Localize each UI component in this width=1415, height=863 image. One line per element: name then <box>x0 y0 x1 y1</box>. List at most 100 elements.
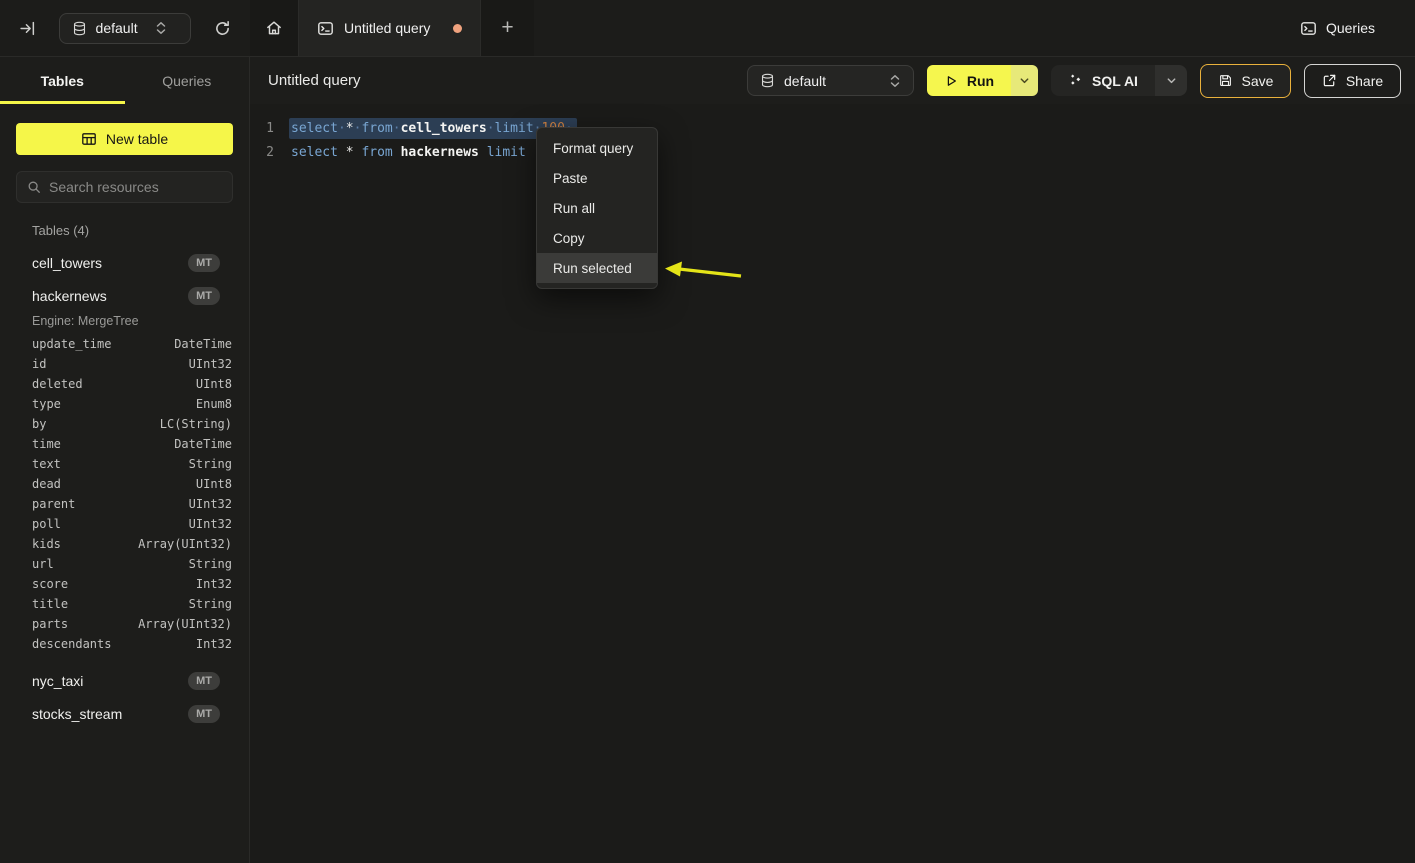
external-link-icon <box>1322 73 1337 88</box>
table-engine-label: Engine: MergeTree <box>0 312 249 334</box>
table-row[interactable]: hackernewsMT <box>0 279 249 312</box>
column-type: DateTime <box>174 437 232 451</box>
queries-button-topbar[interactable]: Queries <box>1300 0 1375 56</box>
query-toolbar: Untitled query default <box>250 57 1415 104</box>
tab-label: Untitled query <box>344 20 430 36</box>
code-line[interactable]: 2select * from hackernews limit <box>250 140 1415 164</box>
new-table-label: New table <box>106 131 168 147</box>
terminal-icon <box>317 20 334 37</box>
column-row: pollUInt32 <box>0 514 249 534</box>
chevron-down-icon <box>1019 75 1030 86</box>
column-type: LC(String) <box>160 417 232 431</box>
sidebar-tabs: Tables Queries <box>0 57 249 104</box>
column-name: parts <box>32 617 68 631</box>
table-row[interactable]: nyc_taxiMT <box>0 664 249 697</box>
annotation-arrow <box>663 259 745 285</box>
collapse-sidebar-button[interactable] <box>16 16 40 40</box>
share-button[interactable]: Share <box>1304 64 1401 98</box>
column-name: text <box>32 457 61 471</box>
database-icon <box>72 21 87 36</box>
table-row[interactable]: stocks_streamMT <box>0 697 249 730</box>
menu-item-format-query[interactable]: Format query <box>537 133 657 163</box>
table-grid-icon <box>81 131 97 147</box>
tab-untitled-query[interactable]: Untitled query <box>298 0 481 56</box>
chevron-updown-icon <box>155 21 167 35</box>
column-name: id <box>32 357 46 371</box>
context-menu: Format queryPasteRun allCopyRun selected <box>536 127 658 289</box>
column-row: kidsArray(UInt32) <box>0 534 249 554</box>
run-label: Run <box>967 73 994 89</box>
column-type: Enum8 <box>196 397 232 411</box>
tab-queries[interactable]: Queries <box>125 57 250 104</box>
column-type: DateTime <box>174 337 232 351</box>
column-row: byLC(String) <box>0 414 249 434</box>
column-name: type <box>32 397 61 411</box>
queries-label: Queries <box>1326 20 1375 36</box>
column-row: urlString <box>0 554 249 574</box>
column-name: parent <box>32 497 75 511</box>
engine-badge: MT <box>188 287 220 305</box>
chevron-down-icon <box>1166 75 1177 86</box>
column-row: scoreInt32 <box>0 574 249 594</box>
search-box[interactable] <box>16 171 233 203</box>
search-icon <box>27 180 41 194</box>
column-type: UInt8 <box>196 477 232 491</box>
table-name: stocks_stream <box>32 706 188 722</box>
column-type: Array(UInt32) <box>138 537 232 551</box>
column-name: title <box>32 597 68 611</box>
run-button[interactable]: Run <box>927 65 1011 96</box>
database-selector-topbar[interactable]: default <box>59 13 192 44</box>
column-type: Int32 <box>196 637 232 651</box>
new-table-button[interactable]: New table <box>16 123 233 155</box>
menu-item-run-all[interactable]: Run all <box>537 193 657 223</box>
share-label: Share <box>1346 73 1383 89</box>
save-button[interactable]: Save <box>1200 64 1291 98</box>
table-row[interactable]: cell_towersMT <box>0 246 249 279</box>
table-name: cell_towers <box>32 255 188 271</box>
column-name: update_time <box>32 337 111 351</box>
column-type: UInt32 <box>189 357 232 371</box>
column-row: deleted UInt8 <box>0 374 249 394</box>
refresh-button[interactable] <box>210 16 234 40</box>
tab-tables[interactable]: Tables <box>0 57 125 104</box>
editor-lines: 1select·*·from·cell_towers·limit·100·2se… <box>250 116 1415 164</box>
top-bar: default <box>0 0 1415 57</box>
column-type: Array(UInt32) <box>138 617 232 631</box>
sql-ai-button-group: SQL AI <box>1051 65 1187 96</box>
app-window: default <box>0 0 1415 863</box>
column-name: url <box>32 557 54 571</box>
sql-ai-options-button[interactable] <box>1155 65 1187 96</box>
column-name: time <box>32 437 61 451</box>
save-icon <box>1218 73 1233 88</box>
sql-ai-button[interactable]: SQL AI <box>1051 65 1155 96</box>
tables-list: cell_towersMThackernewsMTEngine: MergeTr… <box>0 246 249 730</box>
new-tab-button[interactable]: + <box>481 0 534 56</box>
column-type: UInt32 <box>189 497 232 511</box>
menu-item-copy[interactable]: Copy <box>537 223 657 253</box>
code-line[interactable]: 1select·*·from·cell_towers·limit·100· <box>250 116 1415 140</box>
column-name: dead <box>32 477 61 491</box>
refresh-icon <box>214 20 231 37</box>
code-text: select * from hackernews limit <box>289 142 538 163</box>
home-button[interactable] <box>250 0 298 56</box>
table-name: hackernews <box>32 288 188 304</box>
sql-editor[interactable]: 1select·*·from·cell_towers·limit·100·2se… <box>250 104 1415 863</box>
menu-item-run-selected[interactable]: Run selected <box>537 253 657 283</box>
column-row: update_time DateTime <box>0 334 249 354</box>
search-input[interactable] <box>49 179 230 195</box>
tab-tables-label: Tables <box>41 73 84 89</box>
column-row: time DateTime <box>0 434 249 454</box>
column-type: String <box>189 457 232 471</box>
run-options-button[interactable] <box>1011 65 1038 96</box>
column-name: deleted <box>32 377 83 391</box>
menu-item-paste[interactable]: Paste <box>537 163 657 193</box>
selected-code: select·*·from·cell_towers·limit·100· <box>289 118 577 139</box>
column-type: UInt8 <box>196 377 232 391</box>
column-type: String <box>189 597 232 611</box>
column-type: UInt32 <box>189 517 232 531</box>
database-selector-toolbar[interactable]: default <box>747 65 914 96</box>
topbar-left-controls: default <box>0 0 250 56</box>
toolbar-actions: default Run <box>747 64 1401 98</box>
database-selector-value: default <box>96 20 138 36</box>
column-row: dead UInt8 <box>0 474 249 494</box>
